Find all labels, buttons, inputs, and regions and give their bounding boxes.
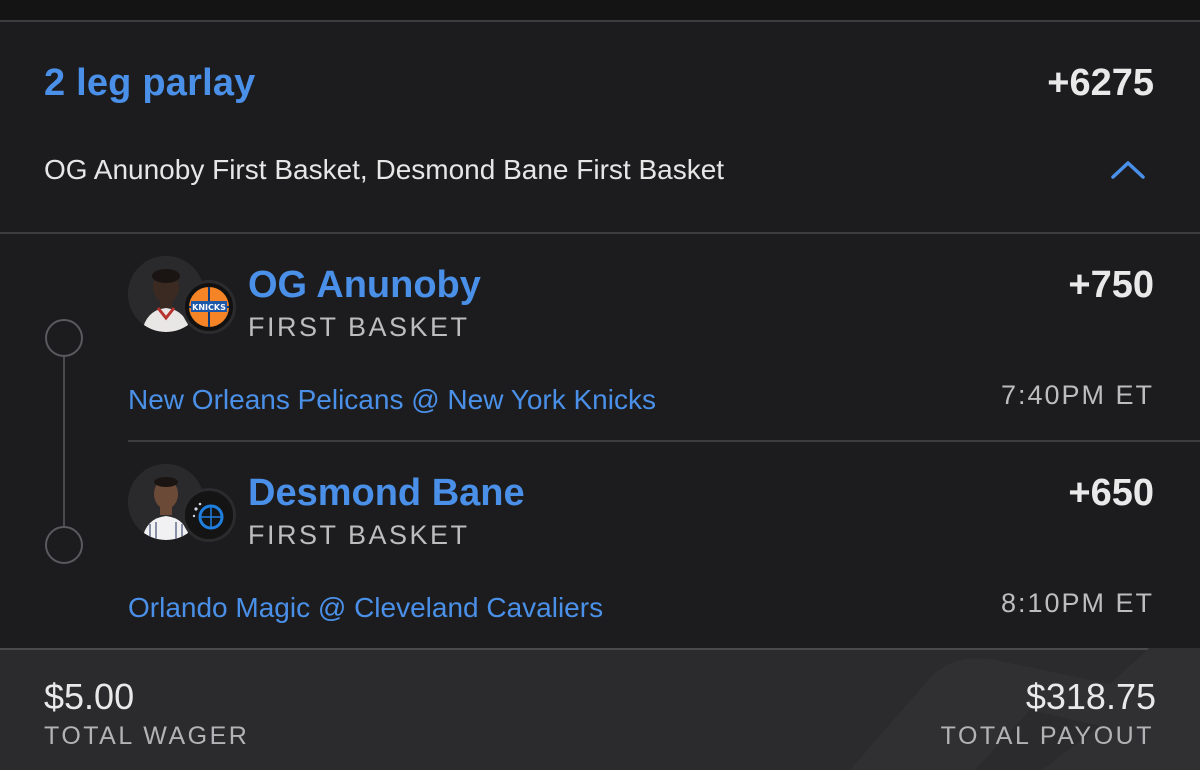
parlay-header[interactable]: 2 leg parlay +6275 OG Anunoby First Bask… bbox=[0, 22, 1200, 234]
chevron-up-icon bbox=[1111, 161, 1145, 179]
magic-logo-icon bbox=[182, 488, 236, 542]
total-wager-amount: $5.00 bbox=[44, 676, 135, 717]
total-payout-label: TOTAL PAYOUT bbox=[940, 722, 1154, 750]
total-payout-amount: $318.75 bbox=[1025, 676, 1156, 717]
parlay-title: 2 leg parlay bbox=[44, 62, 256, 104]
parlay-legs: KNICKS OG Anunoby FIRST BASKET +750 New … bbox=[0, 234, 1200, 648]
market-label: FIRST BASKET bbox=[248, 312, 470, 342]
parlay-description: OG Anunoby First Basket, Desmond Bane Fi… bbox=[44, 154, 725, 185]
player-name[interactable]: Desmond Bane bbox=[248, 472, 525, 515]
leg-item[interactable]: KNICKS OG Anunoby FIRST BASKET +750 New … bbox=[0, 234, 1200, 442]
total-wager-label: TOTAL WAGER bbox=[44, 722, 250, 750]
top-strip bbox=[0, 0, 1200, 22]
bet-footer: $5.00 TOTAL WAGER $318.75 TOTAL PAYOUT bbox=[0, 648, 1200, 770]
leg-item[interactable]: Desmond Bane FIRST BASKET +650 Orlando M… bbox=[0, 442, 1200, 650]
game-time: 8:10PM ET bbox=[1000, 588, 1154, 618]
parlay-odds: +6275 bbox=[1047, 62, 1154, 104]
market-label: FIRST BASKET bbox=[248, 520, 470, 550]
game-time: 7:40PM ET bbox=[1000, 380, 1154, 410]
leg-odds: +650 bbox=[1068, 472, 1154, 514]
knicks-logo-icon: KNICKS bbox=[182, 280, 236, 334]
collapse-button[interactable] bbox=[1104, 150, 1152, 190]
leg-odds: +750 bbox=[1068, 264, 1154, 306]
matchup-link[interactable]: Orlando Magic @ Cleveland Cavaliers bbox=[128, 592, 603, 624]
matchup-link[interactable]: New Orleans Pelicans @ New York Knicks bbox=[128, 384, 656, 416]
player-name[interactable]: OG Anunoby bbox=[248, 264, 481, 307]
svg-text:KNICKS: KNICKS bbox=[192, 303, 226, 312]
